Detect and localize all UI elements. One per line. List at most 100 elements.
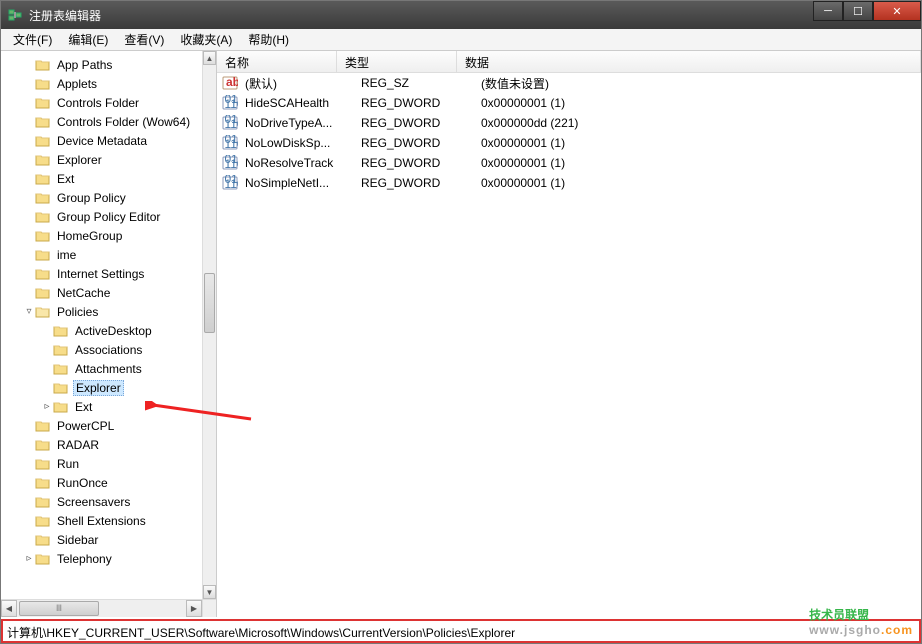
tree-label: ActiveDesktop: [73, 324, 154, 338]
title-bar: 注册表编辑器 ─ ☐ ✕: [1, 1, 921, 29]
folder-icon: [35, 495, 51, 509]
cell-name: HideSCAHealth: [241, 96, 357, 110]
tree-item-screensavers[interactable]: Screensavers: [7, 492, 202, 511]
binary-icon: 011110: [221, 155, 239, 171]
list-row[interactable]: 011110NoDriveTypeA...REG_DWORD0x000000dd…: [217, 113, 921, 133]
tree-item-homegroup[interactable]: HomeGroup: [7, 226, 202, 245]
folder-icon: [35, 229, 51, 243]
tree-label: Telephony: [55, 552, 114, 566]
folder-icon: [35, 172, 51, 186]
expand-icon[interactable]: ▿: [23, 306, 35, 317]
tree-label: Explorer: [55, 153, 104, 167]
tree-item-explorer[interactable]: Explorer: [7, 378, 202, 397]
folder-icon: [35, 115, 51, 129]
folder-icon: [53, 381, 69, 395]
tree-item-controls-folder[interactable]: Controls Folder: [7, 93, 202, 112]
expand-icon[interactable]: ▹: [23, 553, 35, 564]
cell-data: (数值未设置): [477, 75, 921, 92]
folder-icon: [35, 552, 51, 566]
col-type[interactable]: 类型: [337, 51, 457, 72]
tree-item-applets[interactable]: Applets: [7, 74, 202, 93]
tree-item-explorer[interactable]: Explorer: [7, 150, 202, 169]
tree-item-device-metadata[interactable]: Device Metadata: [7, 131, 202, 150]
cell-data: 0x00000001 (1): [477, 96, 921, 110]
tree-item-ext[interactable]: Ext: [7, 169, 202, 188]
expand-icon[interactable]: ▹: [41, 401, 53, 412]
tree-item-group-policy[interactable]: Group Policy: [7, 188, 202, 207]
close-button[interactable]: ✕: [873, 1, 921, 21]
menu-help[interactable]: 帮助(H): [240, 29, 297, 50]
tree-item-ime[interactable]: ime: [7, 245, 202, 264]
cell-name: (默认): [241, 75, 357, 92]
list-header: 名称 类型 数据: [217, 51, 921, 73]
tree-item-powercpl[interactable]: PowerCPL: [7, 416, 202, 435]
list-row[interactable]: 011110HideSCAHealthREG_DWORD0x00000001 (…: [217, 93, 921, 113]
tree-label: Attachments: [73, 362, 144, 376]
status-path: 计算机\HKEY_CURRENT_USER\Software\Microsoft…: [7, 626, 515, 640]
tree-item-controls-folder-wow64-[interactable]: Controls Folder (Wow64): [7, 112, 202, 131]
tree-item-attachments[interactable]: Attachments: [7, 359, 202, 378]
tree-item-telephony[interactable]: ▹ Telephony: [7, 549, 202, 568]
tree-item-app-paths[interactable]: App Paths: [7, 55, 202, 74]
list-row[interactable]: 011110NoLowDiskSp...REG_DWORD0x00000001 …: [217, 133, 921, 153]
tree-item-group-policy-editor[interactable]: Group Policy Editor: [7, 207, 202, 226]
tree-label: Device Metadata: [55, 134, 149, 148]
tree-item-run[interactable]: Run: [7, 454, 202, 473]
list-row[interactable]: 011110NoSimpleNetI...REG_DWORD0x00000001…: [217, 173, 921, 193]
folder-icon: [35, 210, 51, 224]
hscroll-thumb[interactable]: Ⅲ: [19, 601, 99, 616]
tree-vscrollbar[interactable]: ▲ ▼: [202, 51, 216, 599]
list-rows[interactable]: ab(默认)REG_SZ(数值未设置)011110HideSCAHealthRE…: [217, 73, 921, 193]
tree-list[interactable]: App Paths Applets Controls Folder Controls …: [1, 51, 202, 599]
cell-data: 0x00000001 (1): [477, 156, 921, 170]
svg-text:ab: ab: [226, 75, 238, 89]
tree-item-netcache[interactable]: NetCache: [7, 283, 202, 302]
svg-text:110: 110: [225, 97, 239, 111]
menu-file[interactable]: 文件(F): [5, 29, 60, 50]
tree-item-ext[interactable]: ▹ Ext: [7, 397, 202, 416]
menu-edit[interactable]: 编辑(E): [60, 29, 116, 50]
tree-label: Shell Extensions: [55, 514, 148, 528]
minimize-button[interactable]: ─: [813, 1, 843, 21]
folder-icon: [35, 419, 51, 433]
cell-type: REG_DWORD: [357, 176, 477, 190]
tree-item-runonce[interactable]: RunOnce: [7, 473, 202, 492]
cell-type: REG_DWORD: [357, 116, 477, 130]
scroll-right-button[interactable]: ▶: [186, 600, 202, 617]
tree-item-shell-extensions[interactable]: Shell Extensions: [7, 511, 202, 530]
binary-icon: 011110: [221, 135, 239, 151]
tree-label: Policies: [55, 305, 100, 319]
tree-label: Run: [55, 457, 81, 471]
tree-label: Ext: [73, 400, 94, 414]
tree-item-internet-settings[interactable]: Internet Settings: [7, 264, 202, 283]
menu-bar: 文件(F) 编辑(E) 查看(V) 收藏夹(A) 帮助(H): [1, 29, 921, 51]
tree-item-associations[interactable]: Associations: [7, 340, 202, 359]
cell-type: REG_DWORD: [357, 136, 477, 150]
hscroll-track[interactable]: Ⅲ: [17, 600, 186, 617]
menu-view[interactable]: 查看(V): [116, 29, 172, 50]
folder-icon: [35, 58, 51, 72]
content-area: App Paths Applets Controls Folder Controls …: [1, 51, 921, 617]
tree-hscrollbar[interactable]: ◀ Ⅲ ▶: [1, 599, 202, 617]
scroll-thumb[interactable]: [204, 273, 215, 333]
tree-item-policies[interactable]: ▿ Policies: [7, 302, 202, 321]
tree-label: NetCache: [55, 286, 112, 300]
col-name[interactable]: 名称: [217, 51, 337, 72]
scroll-left-button[interactable]: ◀: [1, 600, 17, 617]
list-row[interactable]: ab(默认)REG_SZ(数值未设置): [217, 73, 921, 93]
scroll-up-button[interactable]: ▲: [203, 51, 216, 65]
tree-item-sidebar[interactable]: Sidebar: [7, 530, 202, 549]
scroll-track[interactable]: [203, 65, 216, 585]
tree-label: Associations: [73, 343, 144, 357]
scroll-down-button[interactable]: ▼: [203, 585, 216, 599]
maximize-button[interactable]: ☐: [843, 1, 873, 21]
tree-item-radar[interactable]: RADAR: [7, 435, 202, 454]
list-row[interactable]: 011110NoResolveTrackREG_DWORD0x00000001 …: [217, 153, 921, 173]
tree-label: Applets: [55, 77, 99, 91]
col-data[interactable]: 数据: [457, 51, 921, 72]
scroll-corner: [202, 599, 216, 617]
menu-favorites[interactable]: 收藏夹(A): [172, 29, 240, 50]
tree-label: Controls Folder: [55, 96, 141, 110]
tree-item-activedesktop[interactable]: ActiveDesktop: [7, 321, 202, 340]
tree-label: Internet Settings: [55, 267, 146, 281]
